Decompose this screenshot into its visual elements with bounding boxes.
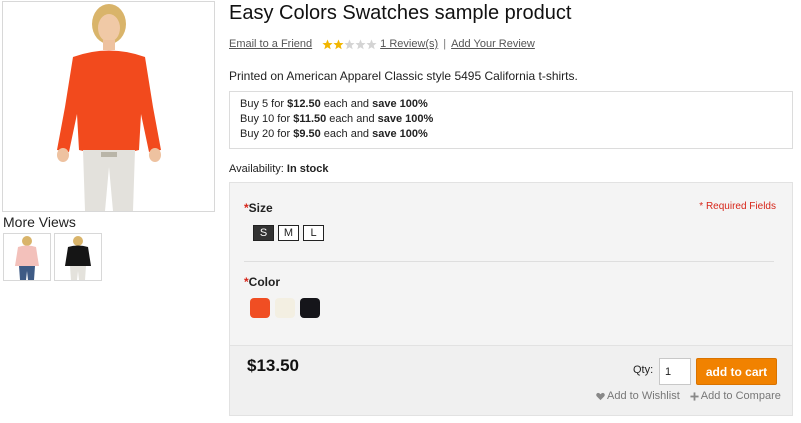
color-swatches (250, 298, 320, 318)
reviews-link[interactable]: 1 Review(s) (380, 38, 438, 50)
availability: Availability: In stock (229, 163, 329, 175)
color-swatch-cream[interactable] (275, 298, 295, 318)
add-to-compare-link[interactable]: Add to Compare (690, 390, 781, 402)
color-label: *Color (244, 275, 281, 289)
add-to-wishlist-link[interactable]: Add to Wishlist (596, 390, 680, 402)
qty-label: Qty: (633, 364, 654, 376)
color-swatch-orange[interactable] (250, 298, 270, 318)
size-label: *Size (244, 201, 273, 215)
star-filled-icon (322, 39, 333, 49)
tier-prices-box: Buy 5 for $12.50 each and save 100% Buy … (229, 91, 793, 149)
product-name: Easy Colors Swatches sample product (229, 2, 572, 24)
size-option-m[interactable]: M (278, 225, 299, 241)
plus-icon (690, 391, 699, 401)
email-to-friend-link[interactable]: Email to a Friend (229, 38, 312, 50)
stock-status: In stock (286, 163, 329, 175)
link-separator: | (443, 38, 447, 50)
star-empty-icon (366, 39, 377, 49)
rating-stars (322, 39, 377, 50)
size-swatches: S M L (253, 225, 324, 241)
add-review-link[interactable]: Add Your Review (451, 38, 535, 50)
product-price: $13.50 (247, 356, 299, 375)
star-empty-icon (344, 39, 355, 49)
color-swatch-black[interactable] (300, 298, 320, 318)
more-views-title: More Views (3, 214, 76, 230)
product-links-row: Email to a Friend 1 Review(s) | Add Your… (229, 37, 535, 51)
product-main-image[interactable] (2, 1, 215, 212)
short-description: Printed on American Apparel Classic styl… (229, 69, 578, 83)
star-empty-icon (355, 39, 366, 49)
product-options-box: * Required Fields *Size S M L *Color (229, 182, 793, 345)
size-option-s[interactable]: S (253, 225, 274, 241)
options-divider (244, 261, 774, 262)
tier-price-line: Buy 20 for $9.50 each and save 100% (240, 128, 428, 140)
heart-icon (596, 392, 605, 400)
add-to-cart-box: $13.50 Qty: add to cart Add to Wishlist … (229, 345, 793, 416)
model-orange-sweater-icon (3, 2, 214, 211)
size-option-l[interactable]: L (303, 225, 324, 241)
required-fields-note: * Required Fields (699, 201, 776, 212)
model-black-sweater-icon (55, 234, 101, 280)
add-links-row: Add to Wishlist Add to Compare (596, 390, 781, 402)
tier-price-line: Buy 10 for $11.50 each and save 100% (240, 113, 434, 125)
add-to-cart-button[interactable]: add to cart (696, 358, 777, 385)
model-pink-sweater-icon (4, 234, 50, 280)
star-filled-icon (333, 39, 344, 49)
tier-price-line: Buy 5 for $12.50 each and save 100% (240, 98, 428, 110)
thumbnail-pink[interactable] (3, 233, 51, 281)
thumbnail-black[interactable] (54, 233, 102, 281)
qty-input[interactable] (659, 358, 691, 385)
